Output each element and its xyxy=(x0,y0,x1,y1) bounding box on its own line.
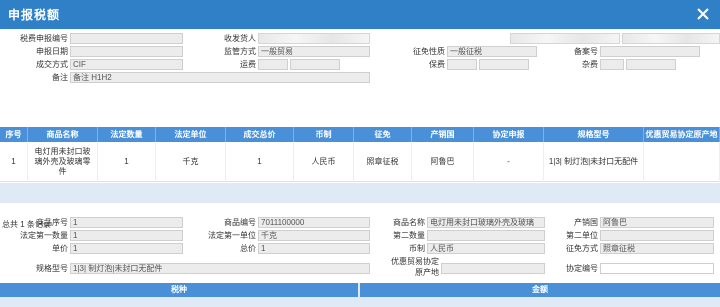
detail-qty2-label: 第二数量 xyxy=(393,231,425,240)
col-origin[interactable]: 产销国 xyxy=(412,127,474,142)
dialog-body: 税费申报编号 收发货人 申报日期 监管方式 一般贸易 征免性质 一般征税 备案号… xyxy=(0,29,720,307)
detail-origin-label: 产销国 xyxy=(574,218,598,227)
detail-seq-field[interactable]: 1 xyxy=(70,217,183,228)
insurance-field-1[interactable] xyxy=(447,59,477,70)
detail-legal-qty1-label: 法定第一数量 xyxy=(20,231,68,240)
insurance-label: 保费 xyxy=(429,60,445,69)
detail-currency-label: 币制 xyxy=(409,244,425,253)
misc-field-2[interactable] xyxy=(626,59,676,70)
col-name[interactable]: 商品名称 xyxy=(28,127,98,142)
detail-origin-field[interactable]: 阿鲁巴 xyxy=(600,217,714,228)
levy-label: 征免性质 xyxy=(413,47,445,56)
col-total-price[interactable]: 成交总价 xyxy=(226,127,294,142)
detail-legal-unit1-label: 法定第一单位 xyxy=(208,231,256,240)
col-legal-unit[interactable]: 法定单位 xyxy=(156,127,226,142)
col-seq[interactable]: 序号 xyxy=(0,127,28,142)
cell-spec: 1|3| 制灯泡|未封口无配件 xyxy=(544,142,644,182)
cell-currency: 人民币 xyxy=(294,142,354,182)
detail-code-label: 商品编号 xyxy=(224,218,256,227)
detail-levy-mode-field[interactable]: 照章征税 xyxy=(600,243,714,254)
levy-field[interactable]: 一般征税 xyxy=(447,46,537,57)
dialog-title: 申报税额 xyxy=(8,8,61,22)
detail-legal-unit1-field[interactable]: 千克 xyxy=(258,230,370,241)
freight-field-2[interactable] xyxy=(290,59,340,70)
detail-name-field[interactable]: 电灯用未封口玻璃外壳及玻璃 xyxy=(427,217,545,228)
detail-spec-field[interactable]: 1|3| 制灯泡|未封口无配件 xyxy=(70,263,370,274)
supervision-label: 监管方式 xyxy=(224,47,256,56)
cell-total-price: 1 xyxy=(226,142,294,182)
cell-levy: 照章征税 xyxy=(354,142,412,182)
col-legal-qty[interactable]: 法定数量 xyxy=(98,127,156,142)
cell-pref-origin xyxy=(644,142,720,182)
goods-grid-header: 序号 商品名称 法定数量 法定单位 成交总价 币制 征免 产销国 协定申报 规格… xyxy=(0,127,720,142)
remark-label: 备注 xyxy=(52,73,68,82)
detail-spec-label: 规格型号 xyxy=(36,264,68,273)
declare-date-field[interactable] xyxy=(70,46,183,57)
dialog-titlebar: 申报税额 xyxy=(0,0,720,29)
col-spec[interactable]: 规格型号 xyxy=(544,127,644,142)
misc-field-1[interactable] xyxy=(600,59,624,70)
detail-qty2-field[interactable] xyxy=(427,230,545,241)
tax-no-label: 税费申报编号 xyxy=(20,34,68,43)
detail-total-field[interactable]: 1 xyxy=(258,243,370,254)
detail-pref-origin-label: 优惠贸易协定 原产地 xyxy=(375,256,439,278)
tax-grid: 税种 金额 xyxy=(0,283,720,307)
record-no-label: 备案号 xyxy=(574,47,598,56)
detail-levy-mode-label: 征免方式 xyxy=(566,244,598,253)
detail-total-label: 总价 xyxy=(240,244,256,253)
record-no-field[interactable] xyxy=(600,46,700,57)
detail-pref-origin-label-line2: 原产地 xyxy=(415,268,439,277)
cell-legal-qty: 1 xyxy=(98,142,156,182)
col-currency[interactable]: 币制 xyxy=(294,127,354,142)
detail-currency-field[interactable]: 人民币 xyxy=(427,243,545,254)
tax-no-field[interactable] xyxy=(70,33,183,44)
detail-unit2-label: 第二单位 xyxy=(566,231,598,240)
deal-mode-field[interactable]: CIF xyxy=(70,59,183,70)
col-agreement[interactable]: 协定申报 xyxy=(474,127,544,142)
col-pref-origin[interactable]: 优惠贸易协定原产地 xyxy=(644,127,720,142)
supervision-field[interactable]: 一般贸易 xyxy=(258,46,370,57)
detail-seq-label: 商品序号 xyxy=(36,218,68,227)
detail-legal-qty1-field[interactable]: 1 xyxy=(70,230,183,241)
table-row[interactable]: 1 电灯用未封口玻璃外壳及玻璃零件 1 千克 1 人民币 照章征税 阿鲁巴 - … xyxy=(0,142,720,182)
detail-price-field[interactable]: 1 xyxy=(70,243,183,254)
detail-pref-origin-field[interactable] xyxy=(441,263,545,274)
detail-agreement-no-label: 协定编号 xyxy=(566,264,598,273)
consignee-name-field[interactable] xyxy=(510,33,620,44)
cell-name: 电灯用未封口玻璃外壳及玻璃零件 xyxy=(28,142,98,182)
declare-date-label: 申报日期 xyxy=(36,47,68,56)
cell-legal-unit: 千克 xyxy=(156,142,226,182)
consignee-extra-field[interactable] xyxy=(622,33,720,44)
close-icon[interactable] xyxy=(696,7,710,21)
remark-field[interactable]: 备注 H1H2 xyxy=(70,72,370,83)
consignee-label: 收发货人 xyxy=(224,34,256,43)
tax-amount-header[interactable]: 金额 xyxy=(360,283,720,297)
grid-empty-area xyxy=(0,183,720,203)
cell-origin: 阿鲁巴 xyxy=(412,142,474,182)
detail-unit2-field[interactable] xyxy=(600,230,714,241)
freight-field-1[interactable] xyxy=(258,59,288,70)
col-levy[interactable]: 征免 xyxy=(354,127,412,142)
detail-price-label: 单价 xyxy=(52,244,68,253)
detail-pref-origin-label-line1: 优惠贸易协定 xyxy=(391,257,439,266)
detail-agreement-no-field[interactable] xyxy=(600,263,714,274)
cell-agreement: - xyxy=(474,142,544,182)
consignee-code-field[interactable] xyxy=(258,33,370,44)
misc-label: 杂费 xyxy=(582,60,598,69)
cell-seq: 1 xyxy=(0,142,28,182)
insurance-field-2[interactable] xyxy=(479,59,529,70)
detail-code-field[interactable]: 7011100000 xyxy=(258,217,370,228)
freight-label: 运费 xyxy=(240,60,256,69)
tax-type-header[interactable]: 税种 xyxy=(0,283,358,297)
detail-name-label: 商品名称 xyxy=(393,218,425,227)
deal-mode-label: 成交方式 xyxy=(36,60,68,69)
